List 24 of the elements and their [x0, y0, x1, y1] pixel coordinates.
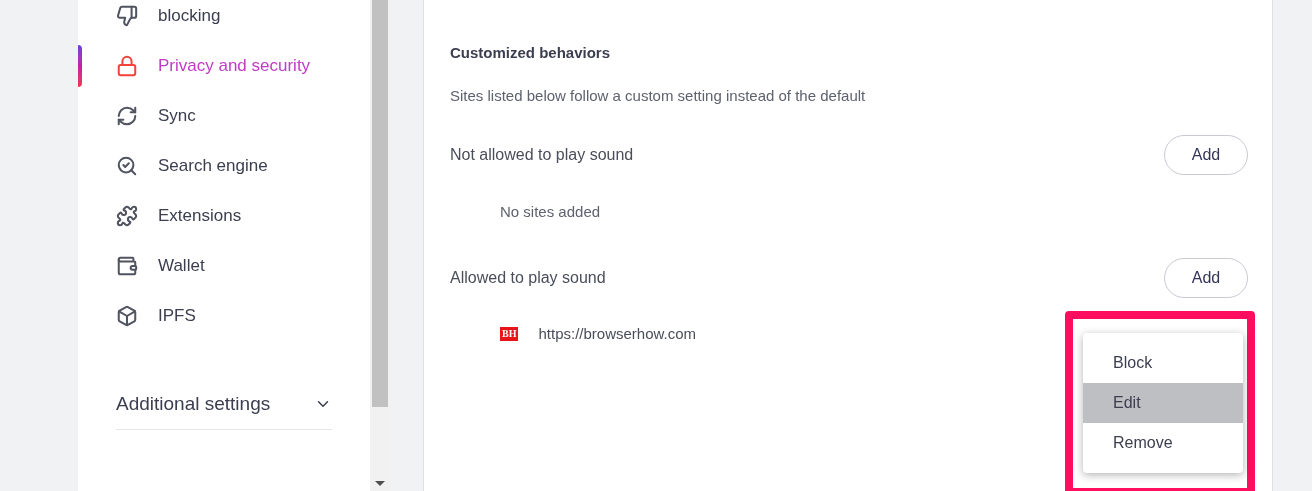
- menu-item[interactable]: Edit: [1083, 383, 1243, 423]
- additional-settings-toggle[interactable]: Additional settings: [116, 381, 332, 427]
- group-title: Not allowed to play sound: [450, 145, 634, 165]
- section-description: Sites listed below follow a custom setting instead of the default: [450, 85, 867, 106]
- menu-item[interactable]: Block: [1083, 343, 1243, 383]
- puzzle-icon: [116, 205, 138, 227]
- sidebar-item[interactable]: IPFS: [78, 291, 370, 341]
- menu-item[interactable]: Remove: [1083, 423, 1243, 463]
- sidebar-item[interactable]: Sync: [78, 91, 370, 141]
- sync-icon: [116, 105, 138, 127]
- wallet-icon: [116, 255, 138, 277]
- section-heading: Customized behaviors: [450, 43, 612, 63]
- empty-message: No sites added: [499, 202, 602, 222]
- sidebar-item[interactable]: Extensions: [78, 191, 370, 241]
- sidebar-item[interactable]: blocking: [78, 0, 370, 41]
- sidebar-item[interactable]: Privacy and security: [78, 41, 370, 91]
- cube-icon: [116, 305, 138, 327]
- site-favicon: BH: [500, 326, 519, 341]
- site-url: https://browserhow.com: [538, 323, 697, 344]
- lock-icon: [116, 55, 138, 77]
- sidebar-item[interactable]: Wallet: [78, 241, 370, 291]
- thumbs-down-icon: [116, 5, 138, 27]
- group-title: Allowed to play sound: [450, 267, 606, 288]
- sidebar-item[interactable]: Search engine: [78, 141, 370, 191]
